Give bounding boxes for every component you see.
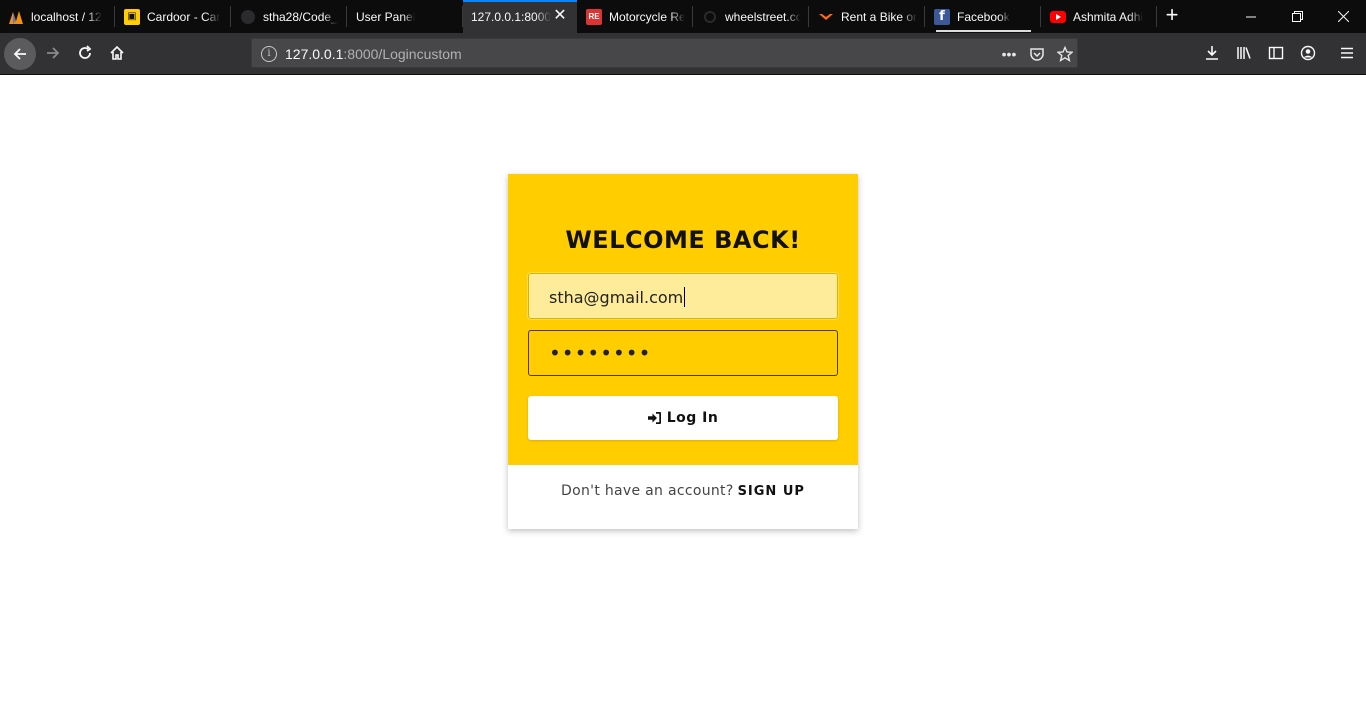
tab-title: Ashmita Adhi bbox=[1073, 9, 1144, 24]
tab-cardoor[interactable]: ▣ Cardoor - Car bbox=[116, 0, 231, 33]
tab-youtube[interactable]: Ashmita Adhi bbox=[1042, 0, 1157, 33]
tab-title: 127.0.0.1:8000/ bbox=[471, 9, 551, 24]
close-tab-icon[interactable]: ✕ bbox=[553, 8, 567, 24]
restore-button[interactable] bbox=[1274, 0, 1320, 33]
login-card-header: WELCOME BACK! stha@gmail.com •••••••• Lo… bbox=[508, 174, 858, 465]
rentbike-icon bbox=[818, 9, 834, 25]
library-icon[interactable] bbox=[1228, 37, 1260, 69]
tab-facebook[interactable]: f Facebook bbox=[926, 0, 1041, 33]
login-card: WELCOME BACK! stha@gmail.com •••••••• Lo… bbox=[508, 174, 858, 529]
youtube-icon bbox=[1050, 9, 1066, 25]
home-button[interactable] bbox=[101, 37, 133, 69]
reload-button[interactable] bbox=[69, 37, 101, 69]
pma-icon bbox=[8, 9, 24, 25]
tab-title: User Panel bbox=[356, 9, 416, 24]
url-bar[interactable]: i 127.0.0.1:8000/Logincustom ••• bbox=[251, 38, 1078, 68]
back-button[interactable] bbox=[4, 38, 36, 70]
tab-motorcycle[interactable]: RE Motorcycle Re bbox=[578, 0, 693, 33]
tab-user-panel[interactable]: User Panel bbox=[348, 0, 463, 33]
wheelstreet-icon bbox=[702, 9, 718, 25]
facebook-icon: f bbox=[934, 8, 950, 25]
signup-prompt-text: Don't have an account? bbox=[561, 483, 734, 499]
sign-in-icon bbox=[647, 412, 661, 424]
account-icon[interactable] bbox=[1292, 37, 1324, 69]
pocket-icon[interactable] bbox=[1027, 44, 1047, 64]
signup-link[interactable]: SIGN UP bbox=[738, 484, 805, 499]
site-info-icon[interactable]: i bbox=[261, 46, 277, 62]
password-value: •••••••• bbox=[549, 341, 652, 365]
tab-localhost[interactable]: localhost / 12 bbox=[0, 0, 115, 33]
github-icon bbox=[240, 9, 256, 25]
page-actions-icon[interactable]: ••• bbox=[999, 44, 1019, 64]
tab-title: Motorcycle Re bbox=[609, 9, 685, 24]
forward-button[interactable] bbox=[37, 37, 69, 69]
tab-title: Cardoor - Car bbox=[147, 9, 221, 24]
signup-prompt: Don't have an account? SIGN UP bbox=[508, 483, 858, 499]
email-value: stha@gmail.com bbox=[549, 288, 684, 307]
tab-title: localhost / 12 bbox=[31, 9, 102, 24]
tab-title: Rent a Bike or bbox=[841, 9, 917, 24]
tab-rent-bike[interactable]: Rent a Bike or bbox=[810, 0, 925, 33]
tab-title: wheelstreet.co bbox=[725, 9, 801, 24]
minimize-button[interactable] bbox=[1228, 0, 1274, 33]
cardoor-icon: ▣ bbox=[124, 8, 140, 25]
text-caret bbox=[684, 287, 686, 307]
bookmark-star-icon[interactable] bbox=[1055, 44, 1075, 64]
url-text[interactable]: 127.0.0.1:8000/Logincustom bbox=[285, 46, 462, 62]
close-window-button[interactable] bbox=[1320, 0, 1366, 33]
login-button[interactable]: Log In bbox=[528, 396, 838, 440]
tab-active-login[interactable]: 127.0.0.1:8000/ ✕ bbox=[463, 0, 577, 33]
nav-toolbar: i 127.0.0.1:8000/Logincustom ••• bbox=[0, 33, 1366, 75]
tab-title: stha28/Code_ bbox=[263, 9, 338, 24]
downloads-icon[interactable] bbox=[1196, 37, 1228, 69]
menu-icon[interactable] bbox=[1331, 37, 1363, 69]
email-field[interactable]: stha@gmail.com bbox=[528, 273, 838, 319]
motorcycle-icon: RE bbox=[586, 8, 602, 25]
tab-strip: localhost / 12 ▣ Cardoor - Car stha28/Co… bbox=[0, 0, 1366, 33]
tab-title: Facebook bbox=[957, 9, 1010, 24]
tab-wheelstreet[interactable]: wheelstreet.co bbox=[694, 0, 809, 33]
password-field[interactable]: •••••••• bbox=[528, 330, 838, 376]
welcome-heading: WELCOME BACK! bbox=[565, 226, 801, 254]
new-tab-button[interactable]: + bbox=[1160, 4, 1184, 28]
tab-github[interactable]: stha28/Code_ bbox=[232, 0, 347, 33]
login-button-label: Log In bbox=[666, 410, 719, 426]
sidebar-icon[interactable] bbox=[1260, 37, 1292, 69]
